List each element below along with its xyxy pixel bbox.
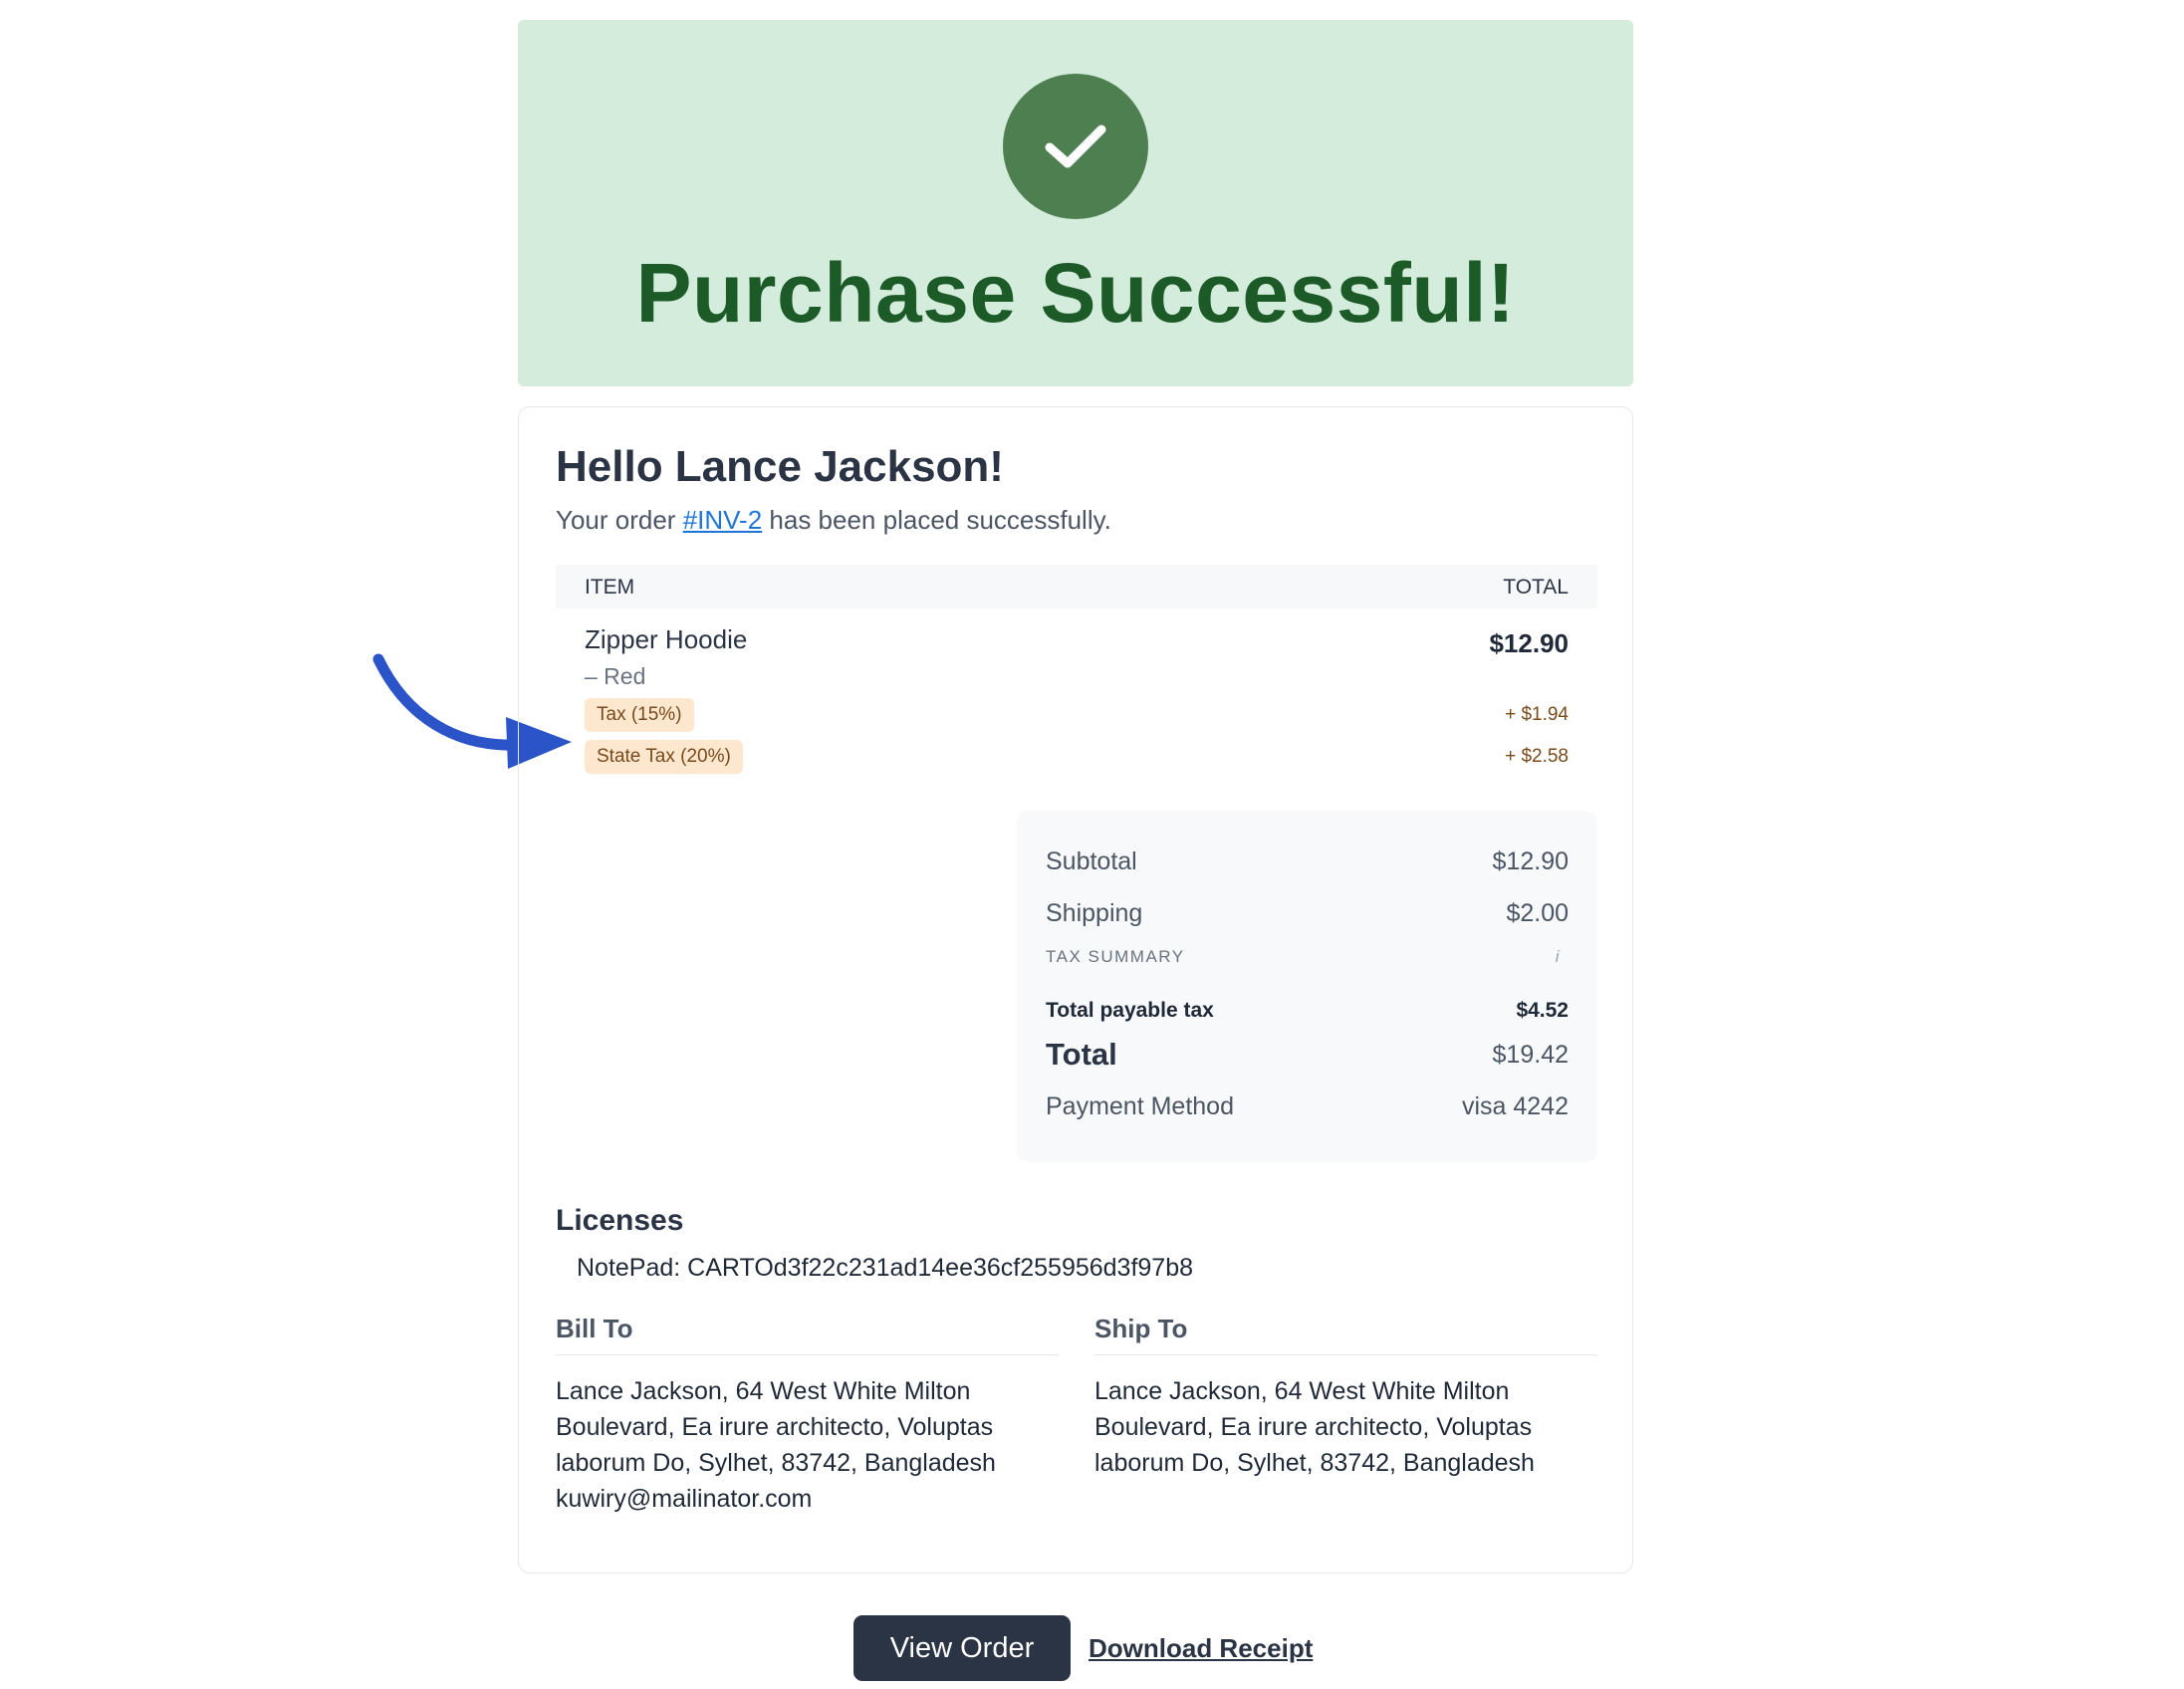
bill-to-heading: Bill To [556, 1314, 1059, 1355]
ship-to-heading: Ship To [1094, 1314, 1597, 1355]
main-container: Purchase Successful! Hello Lance Jackson… [518, 20, 1633, 1573]
licenses-heading: Licenses [556, 1204, 684, 1237]
download-receipt-link[interactable]: Download Receipt [1089, 1633, 1313, 1664]
info-icon[interactable]: i [1556, 947, 1561, 967]
tax-summary-row: TAX SUMMARY i [1046, 947, 1569, 967]
payable-tax-row: Total payable tax $4.52 [1046, 999, 1569, 1023]
tax-summary-label: TAX SUMMARY [1046, 947, 1185, 966]
check-circle [1003, 74, 1148, 219]
item-name: Zipper Hoodie [585, 624, 748, 654]
actions-bar: View Order Download Receipt [853, 1615, 1313, 1681]
tax-amount: + $1.94 [1505, 704, 1569, 725]
payment-method-label: Payment Method [1046, 1092, 1234, 1120]
success-banner: Purchase Successful! [518, 20, 1633, 386]
header-item: ITEM [585, 576, 635, 599]
shipping-row: Shipping $2.00 [1046, 899, 1569, 928]
order-card: Hello Lance Jackson! Your order #INV-2 h… [518, 406, 1633, 1573]
tax-badge: Tax (15%) [585, 698, 694, 732]
ship-to-section: Ship To Lance Jackson, 64 West White Mil… [1094, 1314, 1597, 1481]
success-title: Purchase Successful! [635, 246, 1516, 340]
state-tax-badge: State Tax (20%) [585, 740, 743, 774]
subtotal-row: Subtotal $12.90 [1046, 847, 1569, 876]
state-tax-amount: + $2.58 [1505, 746, 1569, 767]
item-variant: – Red [585, 663, 646, 689]
payment-method-row: Payment Method visa 4242 [1046, 1092, 1569, 1121]
order-message-prefix: Your order [556, 505, 683, 535]
order-message-suffix: has been placed successfully. [762, 505, 1111, 535]
view-order-button[interactable]: View Order [853, 1615, 1071, 1681]
total-row: Total $19.42 [1046, 1037, 1569, 1073]
bill-to-email: kuwiry@mailinator.com [556, 1485, 813, 1513]
page: Purchase Successful! Hello Lance Jackson… [0, 0, 2184, 1689]
total-value: $19.42 [1492, 1041, 1569, 1069]
item-price: $12.90 [1489, 628, 1569, 658]
shipping-label: Shipping [1046, 899, 1143, 927]
bill-to-address: Lance Jackson, 64 West White Milton Boul… [556, 1377, 996, 1477]
items-table-header: ITEM TOTAL [556, 565, 1597, 608]
order-id-link[interactable]: #INV-2 [683, 505, 763, 535]
order-summary: Subtotal $12.90 Shipping $2.00 TAX SUMMA… [1017, 812, 1597, 1162]
ship-to-address: Lance Jackson, 64 West White Milton Boul… [1094, 1377, 1535, 1477]
order-message: Your order #INV-2 has been placed succes… [556, 505, 1111, 536]
license-key: NotePad: CARTOd3f22c231ad14ee36cf255956d… [577, 1254, 1194, 1282]
payment-method-value: visa 4242 [1461, 1092, 1569, 1120]
payable-tax-label: Total payable tax [1046, 999, 1214, 1022]
header-total: TOTAL [1503, 576, 1569, 599]
shipping-value: $2.00 [1506, 899, 1569, 927]
subtotal-value: $12.90 [1492, 847, 1569, 875]
check-icon [1045, 124, 1106, 168]
total-label: Total [1046, 1037, 1117, 1072]
subtotal-label: Subtotal [1046, 847, 1137, 875]
greeting-heading: Hello Lance Jackson! [556, 442, 1004, 491]
payable-tax-value: $4.52 [1516, 999, 1569, 1022]
bill-to-section: Bill To Lance Jackson, 64 West White Mil… [556, 1314, 1059, 1514]
